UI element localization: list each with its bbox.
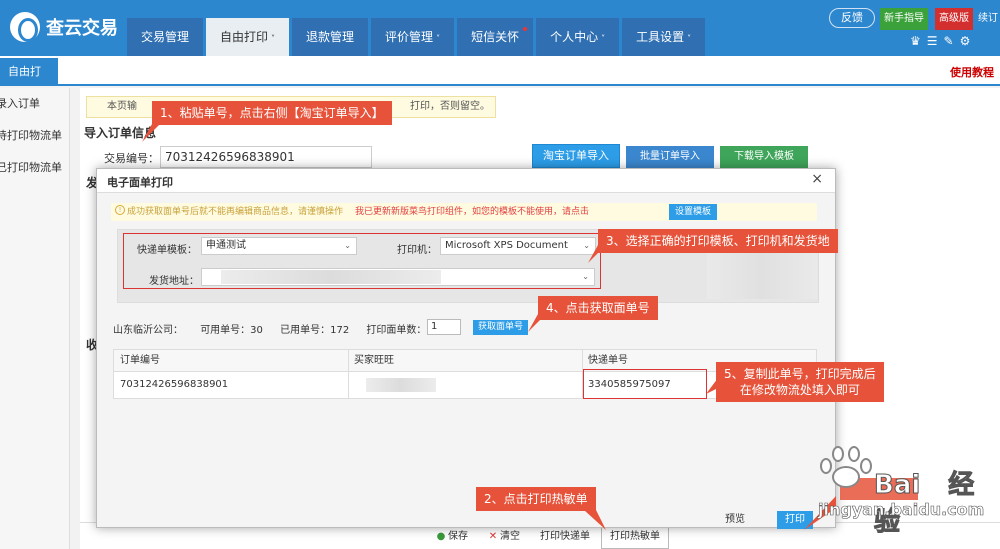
warning-update-text: 我已更新新版菜鸟打印组件，如您的模板不能使用，请点击 [355,207,590,217]
info-icon: ! [115,205,125,215]
nav-personal-center[interactable]: 个人中心 ˅ [536,18,620,56]
logo-text: 查云交易 [46,18,118,39]
taobao-import-button[interactable]: 淘宝订单导入 [532,144,620,168]
batch-import-button[interactable]: 批量订单导入 [626,146,714,168]
company-label: 山东临沂公司： [113,325,183,336]
sidebar-item-printed[interactable]: 已打印物流单 [0,152,69,184]
chevron-down-icon: ⌄ [582,272,589,281]
dialog-title: 电子面单打印 [107,176,173,189]
table-header-order-no: 订单编号 [114,350,348,372]
set-template-button[interactable]: 设置模板 [669,204,718,220]
chevron-down-icon: ˅ [687,34,692,43]
chevron-down-icon: ⌄ [344,241,351,250]
trade-number-label: 交易编号： [104,152,159,165]
help-tutorial-link[interactable]: 使用教程 [950,64,994,80]
sub-header: 自由打印 使用教程 [0,56,1000,106]
address-label: 发货地址： [149,276,199,287]
close-icon[interactable]: × [811,171,823,187]
top-nav-bar: 查云交易 交易管理 自由打印 ˅ 退款管理 评价管理 ˅ 短信关怀 个人中心 ˅ 工具… [0,0,1000,56]
save-icon: ● [436,531,446,542]
app-logo[interactable]: 查云交易 [10,12,118,42]
renew-link[interactable]: 续订 [978,8,1000,30]
callout-step-5-line2: 在修改物流处填入即可 [739,383,860,397]
nav-free-print[interactable]: 自由打印 ˅ [206,18,290,56]
template-label: 快递单模板： [137,245,197,256]
clear-button[interactable]: ✕ 清空 [482,527,526,547]
print-thermal-button[interactable]: 打印热敏单 [601,525,669,549]
chevron-down-icon: ˅ [271,34,276,43]
logo-icon [10,12,40,42]
beginner-guide-button[interactable]: 新手指导 [880,8,928,30]
print-count-label: 打印面单数： [366,325,427,336]
advanced-version-badge[interactable]: 高级版 [935,8,973,30]
template-select[interactable]: 申通测试 ⌄ [201,237,357,255]
nav-sms-care[interactable]: 短信关怀 [457,18,534,56]
notice-text-start: 本页输 [107,101,137,112]
callout-pointer [588,245,606,263]
trade-number-input[interactable]: 70312426596838901 [160,146,372,168]
print-count-input[interactable]: 1 [427,319,461,335]
table-header-buyer: 买家旺旺 [348,350,582,372]
crown-icon[interactable]: ♛ [910,34,921,48]
preview-button[interactable]: 预览 [719,511,751,529]
nav-refund-management[interactable]: 退款管理 [292,18,369,56]
sidebar: 录入订单 待打印物流单 已打印物流单 [0,88,70,549]
chevron-down-icon: ˅ [436,34,441,43]
notice-text-end: 打印，否则留空。 [410,101,490,112]
chevron-down-icon: ˅ [601,34,606,43]
top-icon-group: ♛ ☰ ✎ ⚙ [910,34,970,48]
eorder-print-dialog: 电子面单打印 × 成功获取面单号后就不能再编辑商品信息，请谨慎操作 我已更新新版菜… [96,168,836,529]
callout-pointer [142,124,160,142]
get-waybill-button[interactable]: 获取面单号 [473,320,529,335]
callout-step-2: 2、点击打印热敏单 [476,487,596,511]
table-cell-order-no: 70312426596838901 [120,379,229,390]
tracking-highlight-box [583,369,707,399]
warning-text: 成功获取面单号后就不能再编辑商品信息，请谨慎操作 [127,207,344,217]
main-nav: 交易管理 自由打印 ˅ 退款管理 评价管理 ˅ 短信关怀 个人中心 ˅ 工具设置 ˅ [127,18,708,56]
waybill-stats: 山东临沂公司： 可用单号：30 已用单号：172 打印面单数： [113,321,440,336]
feedback-button[interactable]: 反馈 [829,8,875,28]
redacted-address [221,270,441,284]
download-template-button[interactable]: 下载导入模板 [720,146,808,168]
paw-icon [816,444,872,490]
callout-step-4: 4、点击获取面单号 [538,296,658,320]
printer-select[interactable]: Microsoft XPS Document ⌄ [440,237,596,255]
callout-pointer [706,378,718,394]
available-count: 可用单号：30 [200,325,263,336]
printer-label: 打印机： [397,245,437,256]
callout-pointer [528,314,546,332]
save-button[interactable]: ● 保存 [430,527,474,547]
watermark-url: jingyan.baidu.com [818,500,985,520]
settings-icon[interactable]: ⚙ [960,34,971,48]
callout-step-5-line1: 5、复制此单号，打印完成后 [724,367,876,381]
redacted-buyer [366,378,436,392]
callout-step-1: 1、粘贴单号，点击右侧【淘宝订单导入】 [152,101,392,125]
menu-icon[interactable]: ☰ [927,34,938,48]
sidebar-item-pending-print[interactable]: 待打印物流单 [0,120,69,152]
nav-review-management[interactable]: 评价管理 ˅ [371,18,455,56]
notification-dot [523,27,528,31]
edit-icon[interactable]: ✎ [944,34,954,48]
used-count: 已用单号：172 [280,325,350,336]
nav-tool-settings[interactable]: 工具设置 ˅ [622,18,706,56]
callout-step-5: 5、复制此单号，打印完成后 在修改物流处填入即可 [716,362,884,402]
baidu-jingyan-watermark: Bai 经验 jingyan.baidu.com [760,440,1000,538]
sidebar-item-enter-order[interactable]: 录入订单 [0,88,69,120]
callout-pointer [584,510,606,530]
tab-free-print[interactable]: 自由打印 [0,58,58,106]
close-icon: ✕ [488,531,498,542]
dialog-header: 电子面单打印 × [97,169,835,193]
nav-trade-management[interactable]: 交易管理 [127,18,204,56]
callout-step-3: 3、选择正确的打印模板、打印机和发货地 [598,229,838,253]
